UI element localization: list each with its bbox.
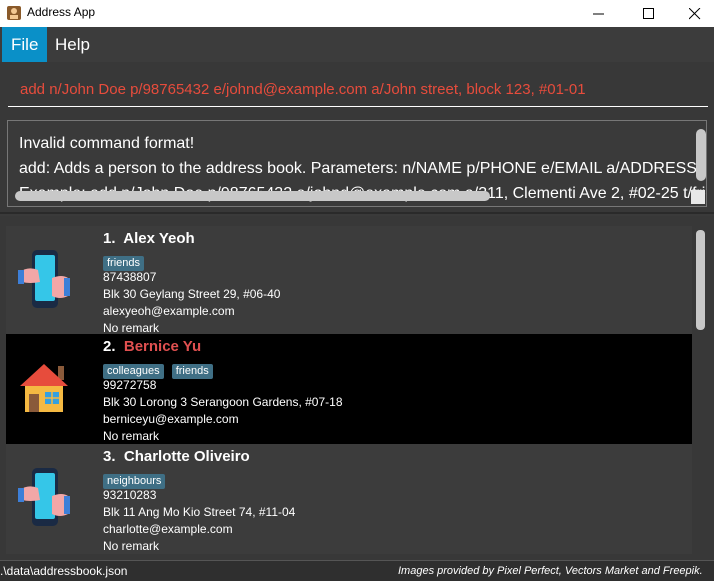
person-card[interactable]: 3. Charlotte Oliveiro neighbours 9321028… (6, 444, 692, 554)
phone-icon (18, 250, 70, 308)
window-title: Address App (27, 5, 96, 19)
tag: neighbours (103, 474, 166, 489)
close-button[interactable] (672, 0, 714, 27)
command-area (0, 62, 714, 114)
title-bar: Address App (0, 0, 714, 27)
command-input[interactable] (8, 72, 708, 107)
status-bar: .\data\addressbook.json Images provided … (0, 560, 714, 581)
tag: friends (103, 256, 145, 271)
person-name: 1. Alex Yeoh (103, 230, 195, 247)
minimize-button[interactable] (576, 0, 622, 27)
person-index: 2. (103, 338, 116, 355)
person-name-text: Bernice Yu (123, 338, 202, 355)
person-address: Blk 11 Ang Mo Kio Street 74, #11-04 (103, 505, 296, 519)
list-vertical-scrollbar[interactable] (696, 230, 705, 330)
close-icon (689, 8, 701, 20)
person-email: berniceyu@example.com (103, 412, 239, 426)
person-remark: No remark (103, 539, 160, 553)
tag: friends (171, 364, 213, 379)
tag-list: colleagues friends (103, 359, 216, 379)
person-name-text: Charlotte Oliveiro (123, 448, 250, 465)
result-line: Invalid command format! (19, 135, 195, 152)
phone-icon (18, 468, 70, 526)
tag-list: neighbours (103, 469, 168, 489)
result-display[interactable]: Invalid command format! add: Adds a pers… (7, 120, 707, 207)
maximize-button[interactable] (626, 0, 672, 27)
tag: colleagues (103, 364, 164, 379)
person-name-text: Alex Yeoh (123, 230, 195, 247)
person-phone: 99272758 (103, 378, 157, 392)
result-horizontal-scrollbar[interactable] (15, 191, 490, 201)
person-name: 3. Charlotte Oliveiro (103, 448, 250, 465)
person-name: 2. Bernice Yu (103, 338, 201, 355)
result-panel: Invalid command format! add: Adds a pers… (0, 114, 714, 214)
menu-help[interactable]: Help (46, 27, 99, 62)
house-icon (20, 364, 68, 412)
person-index: 1. (103, 230, 116, 247)
menu-bar: File Help (0, 27, 714, 62)
person-card[interactable]: 1. Alex Yeoh friends 87438807 Blk 30 Gey… (6, 226, 692, 336)
person-address: Blk 30 Geylang Street 29, #06-40 (103, 287, 281, 301)
result-line: add: Adds a person to the address book. … (19, 160, 707, 177)
image-credits: Images provided by Pixel Perfect, Vector… (398, 565, 703, 577)
person-remark: No remark (103, 321, 160, 335)
person-remark: No remark (103, 429, 160, 443)
minimize-icon (593, 13, 604, 15)
scroll-corner (691, 190, 705, 204)
person-phone: 93210283 (103, 488, 157, 502)
person-phone: 87438807 (103, 270, 157, 284)
result-vertical-scrollbar[interactable] (696, 129, 706, 181)
person-address: Blk 30 Lorong 3 Serangoon Gardens, #07-1… (103, 395, 343, 409)
save-location: .\data\addressbook.json (0, 564, 128, 578)
maximize-icon (643, 8, 654, 19)
person-list[interactable]: 1. Alex Yeoh friends 87438807 Blk 30 Gey… (0, 216, 714, 560)
person-card-selected[interactable]: 2. Bernice Yu colleagues friends 9927275… (6, 334, 692, 444)
person-email: alexyeoh@example.com (103, 304, 235, 318)
person-email: charlotte@example.com (103, 522, 233, 536)
app-icon (7, 6, 21, 20)
menu-file[interactable]: File (2, 27, 48, 62)
person-index: 3. (103, 448, 116, 465)
tag-list: friends (103, 251, 147, 271)
